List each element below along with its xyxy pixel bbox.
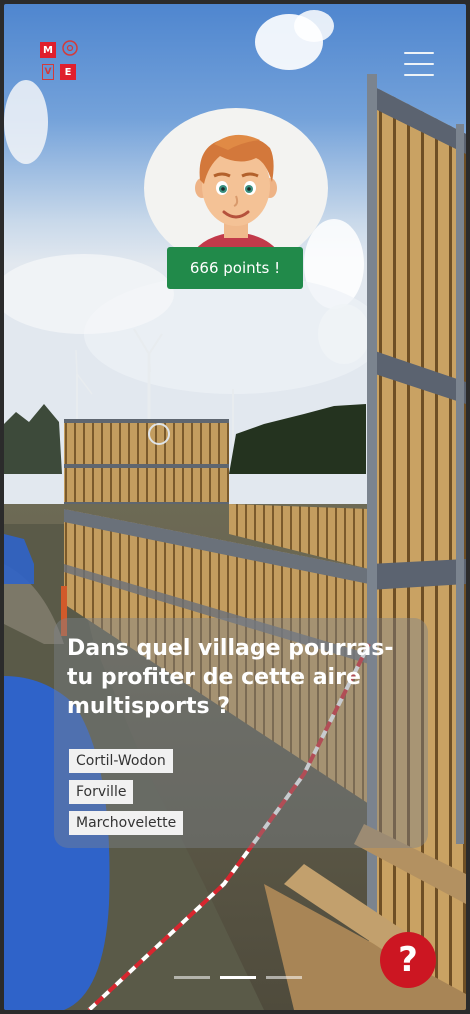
profile-avatar (144, 108, 328, 268)
logo-circle-icon (62, 40, 78, 56)
slide-pager (174, 976, 304, 980)
answer-option-forville[interactable]: Forville (69, 780, 134, 804)
pager-dot-3[interactable] (266, 976, 302, 979)
pager-dot-2[interactable] (220, 976, 256, 979)
answer-option-marchovelette[interactable]: Marchovelette (69, 811, 184, 835)
app-screen: M V E 666 points ! Dans quel village pou… (4, 4, 466, 1010)
hamburger-menu-icon[interactable] (402, 50, 436, 78)
pager-dot-1[interactable] (174, 976, 210, 979)
logo-letter-m: M (40, 42, 56, 58)
logo-letter-v: V (42, 64, 54, 80)
logo-letter-e: E (60, 64, 76, 80)
question-mark-icon: ? (398, 940, 418, 980)
quiz-question: Dans quel village pourras-tu profiter de… (67, 636, 394, 719)
app-logo[interactable]: M V E (34, 38, 88, 88)
answer-option-cortil-wodon[interactable]: Cortil-Wodon (69, 749, 173, 773)
boy-avatar-icon (186, 134, 286, 268)
points-badge: 666 points ! (167, 247, 303, 289)
help-button[interactable]: ? (380, 932, 436, 988)
